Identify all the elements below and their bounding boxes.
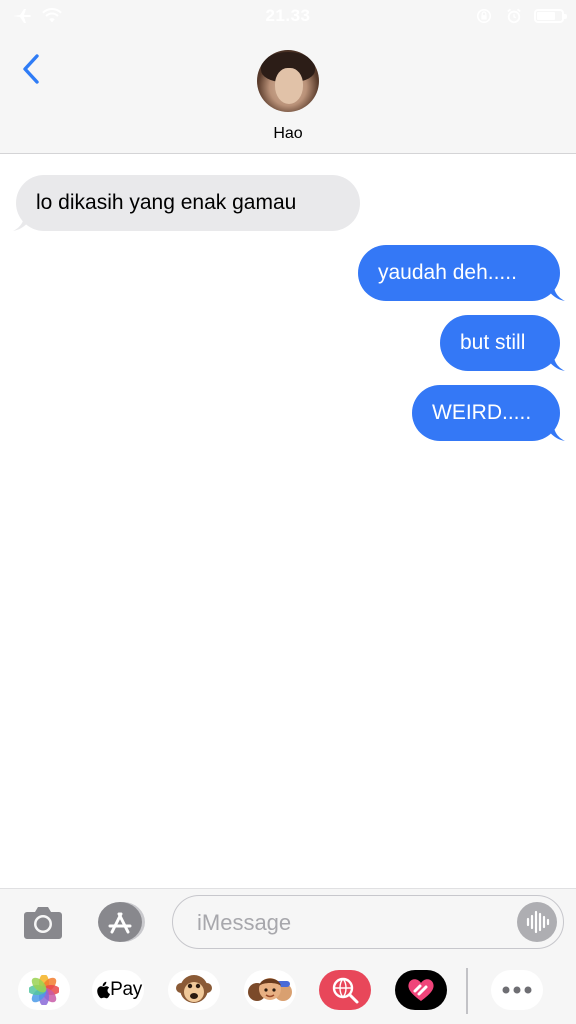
tray-divider <box>466 968 468 1014</box>
photos-app[interactable] <box>18 970 70 1010</box>
memoji-icon <box>248 978 292 1001</box>
animoji-app[interactable] <box>168 970 220 1010</box>
digital-touch-icon <box>408 979 434 1001</box>
status-bar: 21.33 <box>0 0 576 32</box>
message-bubble-outgoing[interactable]: but still <box>440 315 560 371</box>
memoji-app[interactable] <box>244 970 296 1010</box>
digital-touch-app[interactable] <box>395 970 447 1010</box>
conversation-header: 21.33 Hao <box>0 0 576 154</box>
audio-waveform-icon <box>526 910 550 934</box>
animoji-monkey-icon <box>176 975 212 1003</box>
apple-pay-label: Pay <box>110 979 142 1000</box>
app-store-icon <box>98 902 145 942</box>
more-apps-button[interactable] <box>491 970 543 1010</box>
photos-icon <box>29 975 59 1005</box>
more-icon <box>502 986 532 994</box>
message-input-placeholder: iMessage <box>197 910 292 935</box>
battery-icon <box>534 9 567 23</box>
status-time: 21.33 <box>265 6 311 25</box>
app-store-button[interactable] <box>97 901 145 943</box>
apple-pay-app[interactable]: Pay <box>92 970 144 1010</box>
camera-icon <box>24 907 62 939</box>
message-bubble-incoming[interactable]: lo dikasih yang enak gamau <box>16 175 360 231</box>
app-tray: Pay <box>0 964 576 1014</box>
contact-name[interactable]: Hao <box>0 125 576 143</box>
images-search-app[interactable] <box>319 970 371 1010</box>
apple-pay-icon <box>97 981 111 999</box>
camera-button[interactable] <box>23 904 63 940</box>
search-globe-icon <box>332 977 359 1004</box>
message-bubble-outgoing[interactable]: WEIRD..... <box>412 385 560 441</box>
message-bubble-outgoing[interactable]: yaudah deh..... <box>358 245 560 301</box>
back-button[interactable] <box>18 52 44 86</box>
chevron-left-icon <box>23 54 39 84</box>
contact-avatar[interactable] <box>257 50 319 112</box>
audio-message-button[interactable] <box>517 902 557 942</box>
message-input[interactable]: iMessage <box>172 895 564 949</box>
